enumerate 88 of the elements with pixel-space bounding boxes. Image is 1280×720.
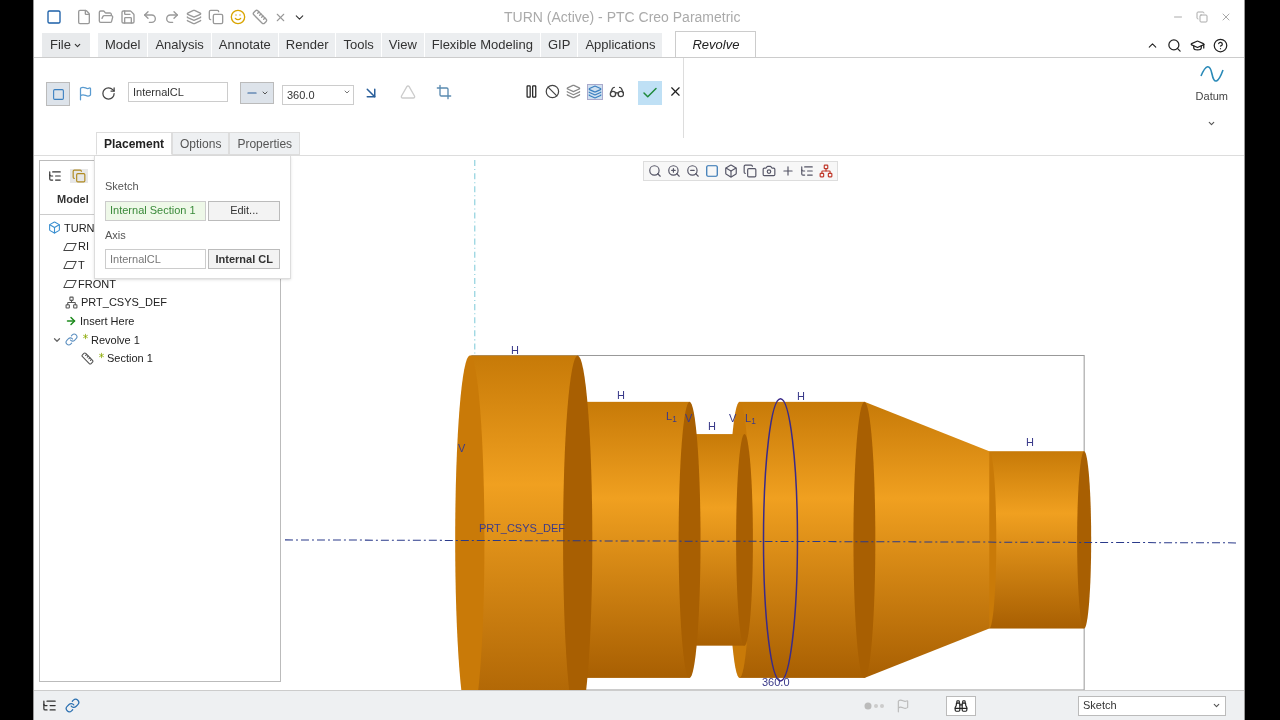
zoom-out-icon[interactable] <box>686 164 700 178</box>
undo-icon[interactable] <box>142 9 158 25</box>
new-feature-icon <box>81 332 90 342</box>
axis-field[interactable]: InternalCL <box>128 82 228 102</box>
arrow-icon <box>65 315 77 328</box>
binoculars-icon <box>954 698 968 713</box>
axis-collector[interactable]: InternalCL <box>105 249 207 269</box>
app-icon[interactable] <box>46 9 62 25</box>
revolve-axis-icon[interactable] <box>101 86 116 101</box>
dimension-label: L$_{1}$ <box>666 409 677 425</box>
tree-item[interactable]: Revolve 1 <box>91 331 140 349</box>
tree-toggle-icon[interactable] <box>42 698 57 713</box>
ribbon-tab[interactable]: Revolve <box>675 31 757 57</box>
cube-icon <box>48 221 61 235</box>
panel-tab[interactable]: Properties <box>229 132 301 155</box>
ribbon-tab[interactable]: GIP <box>540 33 579 57</box>
datum-group-label[interactable]: Datum <box>1195 88 1228 105</box>
ribbon-tab[interactable]: Analysis <box>148 33 212 57</box>
close-icon[interactable] <box>1220 11 1232 23</box>
cancel-icon[interactable] <box>668 84 683 99</box>
new-file-icon[interactable] <box>76 9 92 25</box>
dimension-label: H <box>1026 435 1034 450</box>
surface-icon[interactable] <box>78 86 93 101</box>
dimension-label: L$_{1}$ <box>745 411 756 427</box>
caret-icon <box>1212 701 1221 710</box>
layers-tab-icon[interactable] <box>70 169 88 183</box>
model-tree-icon[interactable] <box>48 169 62 183</box>
message-dots-icon <box>864 701 884 710</box>
edit-button[interactable]: Edit... <box>208 200 280 221</box>
save-icon[interactable] <box>120 9 136 25</box>
pause-icon[interactable] <box>524 84 539 99</box>
ribbon-tab[interactable]: Applications <box>578 33 664 57</box>
tree-item[interactable]: PRT_CSYS_DEF <box>81 294 167 311</box>
dimension-label: V <box>458 441 466 456</box>
window-title: TURN (Active) - PTC Creo Parametric <box>504 7 741 27</box>
ribbon-tab[interactable]: Render <box>278 33 337 57</box>
tree-item[interactable]: RI <box>78 238 89 255</box>
learning-icon[interactable] <box>1190 38 1205 53</box>
ribbon-tab[interactable]: Flexible Modeling <box>424 33 541 57</box>
ruler-icon[interactable] <box>252 9 268 25</box>
confirm-button[interactable] <box>638 81 663 105</box>
dimension-label: H <box>511 343 519 358</box>
search-icon[interactable] <box>1167 38 1182 53</box>
angle-field[interactable]: 360.0 <box>282 85 354 105</box>
angle-type-dropdown[interactable] <box>240 82 274 104</box>
tree-item[interactable]: TURN <box>64 219 95 237</box>
ribbon-tab[interactable]: Annotate <box>211 33 279 57</box>
filter-dropdown[interactable]: Sketch <box>1078 695 1226 716</box>
redo-icon[interactable] <box>164 9 180 25</box>
help-icon[interactable] <box>1213 38 1228 53</box>
sketch-collector[interactable]: Internal Section 1 <box>105 200 207 221</box>
solid-icon <box>51 87 65 101</box>
sketch-label: Sketch <box>105 179 140 194</box>
dimension-label: PRT_CSYS_DEF <box>479 521 565 536</box>
no-preview-icon[interactable] <box>544 84 560 99</box>
smiley-icon[interactable] <box>230 9 246 25</box>
plane-icon <box>63 279 77 288</box>
zoom-in-icon[interactable] <box>667 164 681 178</box>
internal-cl-button[interactable]: Internal CL <box>208 249 280 269</box>
tree-item[interactable]: Insert Here <box>80 313 135 330</box>
tree-item[interactable]: Section 1 <box>107 350 153 367</box>
ribbon-tab[interactable]: Model <box>97 33 149 57</box>
axis-label: Axis <box>105 227 127 243</box>
dimension-label: H <box>708 419 716 434</box>
find-button[interactable] <box>946 695 976 716</box>
glasses-icon[interactable] <box>608 84 625 100</box>
open-folder-icon[interactable] <box>98 9 114 25</box>
tree-item[interactable]: T <box>78 256 85 274</box>
new-feature-icon <box>97 351 106 361</box>
refit-icon[interactable] <box>648 164 662 178</box>
dimension-label: H <box>797 389 805 404</box>
dimension-label: H <box>617 388 625 403</box>
tree-item[interactable]: FRONT <box>78 275 116 293</box>
model-tab-label[interactable]: Model <box>54 191 92 208</box>
dimension-label: V <box>685 411 693 426</box>
panel-tab[interactable]: Options <box>172 132 230 155</box>
panel-tab[interactable]: Placement <box>96 132 173 155</box>
caret-icon <box>261 89 269 97</box>
ribbon-tab[interactable]: View <box>381 33 425 57</box>
plane-icon <box>63 242 77 251</box>
solid-toggle[interactable] <box>46 82 70 106</box>
plane-icon <box>63 261 77 270</box>
dimension-label: 360.0 <box>762 675 790 690</box>
ribbon-tab[interactable]: Tools <box>336 33 382 57</box>
caret-icon[interactable] <box>343 88 351 96</box>
file-menu[interactable]: File <box>42 33 90 57</box>
display-style-icon[interactable] <box>724 164 738 178</box>
verify-toggle[interactable] <box>586 84 603 100</box>
